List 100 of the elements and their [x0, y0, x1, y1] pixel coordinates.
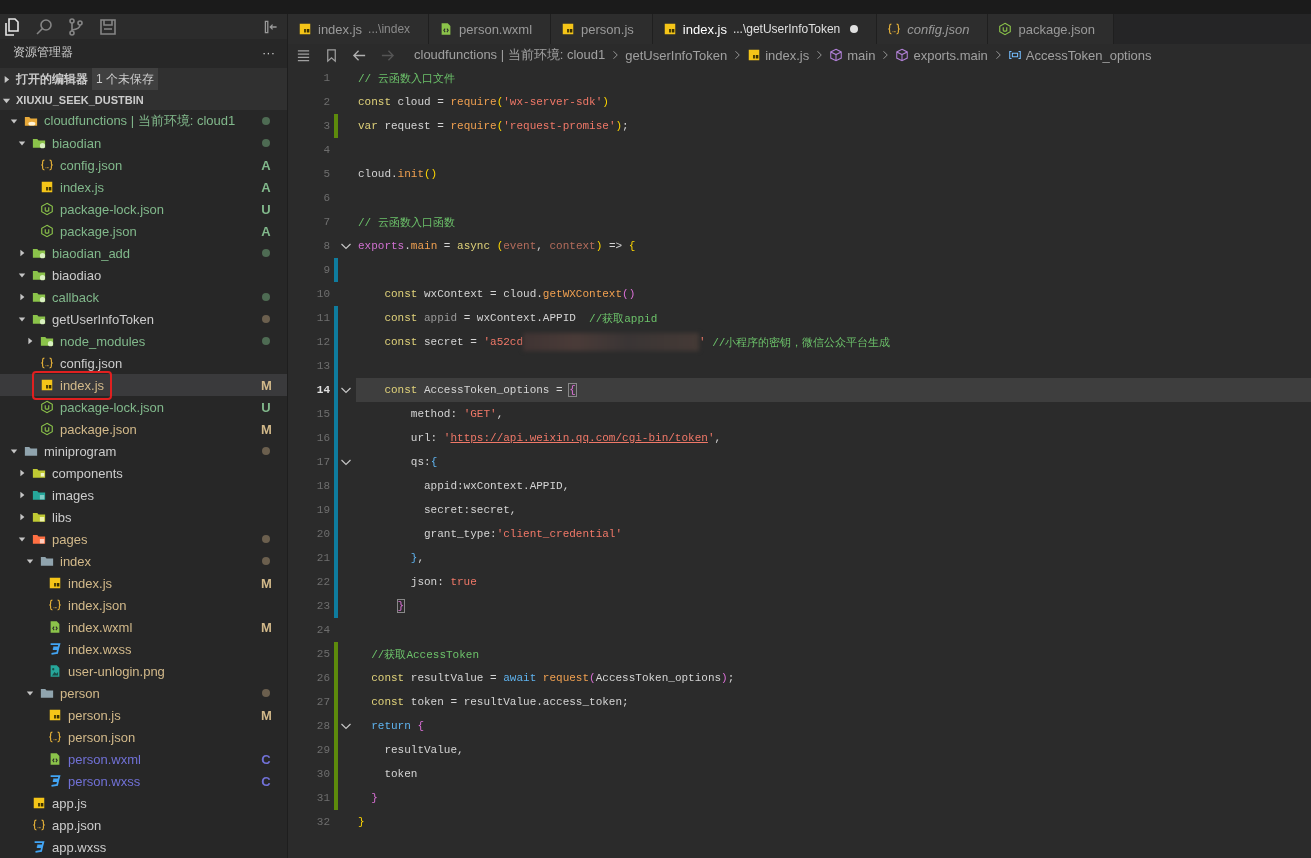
file-name[interactable]: libs	[52, 509, 72, 525]
caret-icon[interactable]	[18, 293, 26, 301]
editor-tab[interactable]: package.json	[988, 14, 1115, 44]
file-name[interactable]: index.js	[68, 575, 113, 591]
file-name[interactable]: index.wxss	[68, 641, 132, 657]
file-name[interactable]: person.js	[68, 707, 121, 723]
storage-icon[interactable]	[98, 16, 118, 37]
editor-tab[interactable]: index.js ...\index	[288, 14, 430, 44]
line-number: 6	[322, 191, 330, 206]
file-name[interactable]: index.wxml	[68, 619, 133, 635]
editor-tab[interactable]: person.wxml	[429, 14, 552, 44]
breadcrumb-item[interactable]: index.js	[747, 47, 810, 63]
file-name[interactable]: package.json	[60, 421, 137, 437]
collapse-panel-icon[interactable]	[263, 18, 279, 35]
caret-icon[interactable]	[10, 447, 18, 455]
editor-tab[interactable]: config.json	[877, 14, 989, 44]
caret-icon[interactable]	[18, 491, 26, 499]
breadcrumb-item[interactable]: getUserInfoToken	[625, 47, 728, 63]
file-name[interactable]: config.json	[60, 157, 123, 173]
section-title: 打开的编辑器	[16, 70, 88, 88]
code-line: },	[409, 552, 425, 564]
folder-icon	[24, 444, 38, 458]
files-icon[interactable]	[2, 16, 22, 37]
caret-icon[interactable]	[26, 557, 34, 565]
breadcrumb-item[interactable]: main	[829, 47, 876, 63]
editor-tab[interactable]: person.js	[551, 14, 653, 44]
folder-icon	[32, 488, 46, 502]
folder-icon	[32, 246, 46, 260]
folder-icon	[32, 136, 46, 150]
file-name[interactable]: cloudfunctions | 当前环境: cloud1	[44, 112, 236, 130]
file-name[interactable]: miniprogram	[44, 443, 117, 459]
bookmark-icon[interactable]	[324, 47, 339, 63]
file-name[interactable]: app.json	[52, 817, 102, 833]
file-name[interactable]: index.json	[68, 597, 127, 613]
file-name[interactable]: package-lock.json	[60, 399, 165, 415]
project-header[interactable]: XIUXIU_SEEK_DUSTBIN	[0, 90, 287, 110]
file-name[interactable]: components	[52, 465, 123, 481]
file-name[interactable]: images	[52, 487, 94, 503]
code-line: cloud.init()	[358, 168, 438, 180]
git-status-letter: A	[261, 179, 271, 195]
file-name[interactable]: user-unlogin.png	[68, 663, 165, 679]
caret-icon[interactable]	[26, 337, 34, 345]
hexagon-icon	[40, 202, 54, 216]
js-file-icon	[48, 576, 62, 590]
caret-icon[interactable]	[18, 535, 26, 543]
file-name[interactable]: biaodian_add	[52, 245, 131, 261]
file-name[interactable]: package-lock.json	[60, 201, 165, 217]
chevron-icon	[734, 50, 741, 60]
caret-icon[interactable]	[18, 315, 26, 323]
file-name[interactable]: person	[60, 685, 100, 701]
file-name[interactable]: config.json	[60, 355, 123, 371]
code-file-icon	[48, 752, 62, 766]
code-line: //获取AccessToken	[370, 647, 480, 662]
editor-tab[interactable]: index.js ...\getUserInfoToken	[652, 14, 878, 44]
line-number: 20	[315, 527, 330, 542]
breadcrumb-item[interactable]: AccessToken_options	[1007, 47, 1152, 63]
file-name[interactable]: callback	[52, 289, 99, 305]
file-name[interactable]: person.wxml	[68, 751, 141, 767]
list-icon[interactable]	[296, 47, 311, 63]
caret-icon[interactable]	[18, 469, 26, 477]
file-name[interactable]: index.js	[60, 377, 105, 393]
line-number: 11	[315, 311, 330, 326]
folder-icon	[32, 510, 46, 524]
code-file-icon	[48, 620, 62, 634]
file-name[interactable]: person.json	[68, 729, 136, 745]
file-name[interactable]: getUserInfoToken	[52, 311, 154, 327]
js-file-icon	[32, 796, 46, 810]
file-name[interactable]: app.js	[52, 795, 87, 811]
git-status-letter: U	[261, 201, 271, 217]
hexagon-icon	[998, 22, 1013, 36]
more-button[interactable]: ···	[262, 45, 275, 61]
file-name[interactable]: index	[60, 553, 92, 569]
line-number: 22	[315, 575, 330, 590]
file-name[interactable]: index.js	[60, 179, 105, 195]
open-editors-header[interactable]: 打开的编辑器 1 个未保存	[0, 68, 287, 91]
caret-icon[interactable]	[18, 513, 26, 521]
file-name[interactable]: biaodian	[52, 135, 102, 151]
file-name[interactable]: biaodiao	[52, 267, 102, 283]
git-status-letter: M	[261, 421, 271, 437]
folder-icon	[24, 114, 38, 128]
css-icon	[48, 642, 62, 656]
caret-icon[interactable]	[18, 139, 26, 147]
caret-icon[interactable]	[18, 249, 26, 257]
breadcrumb-item[interactable]: exports.main	[895, 47, 988, 63]
caret-icon[interactable]	[26, 689, 34, 697]
caret-icon[interactable]	[10, 117, 18, 125]
search-icon[interactable]	[34, 16, 54, 37]
source-control-icon[interactable]	[66, 16, 86, 37]
git-status-letter: M	[261, 707, 271, 723]
unsaved-count: 1 个未保存	[92, 67, 158, 91]
file-name[interactable]: package.json	[60, 223, 137, 239]
caret-icon[interactable]	[18, 271, 26, 279]
breadcrumb-item[interactable]: cloudfunctions | 当前环境: cloud1	[414, 46, 606, 64]
line-number: 15	[315, 407, 330, 422]
file-name[interactable]: person.wxss	[68, 773, 141, 789]
file-name[interactable]: node_modules	[60, 333, 146, 349]
file-name[interactable]: app.wxss	[52, 839, 107, 855]
panel-title: 资源管理器	[13, 44, 74, 62]
code-line: grant_type:'client_credential'	[423, 528, 623, 540]
file-name[interactable]: pages	[52, 531, 88, 547]
